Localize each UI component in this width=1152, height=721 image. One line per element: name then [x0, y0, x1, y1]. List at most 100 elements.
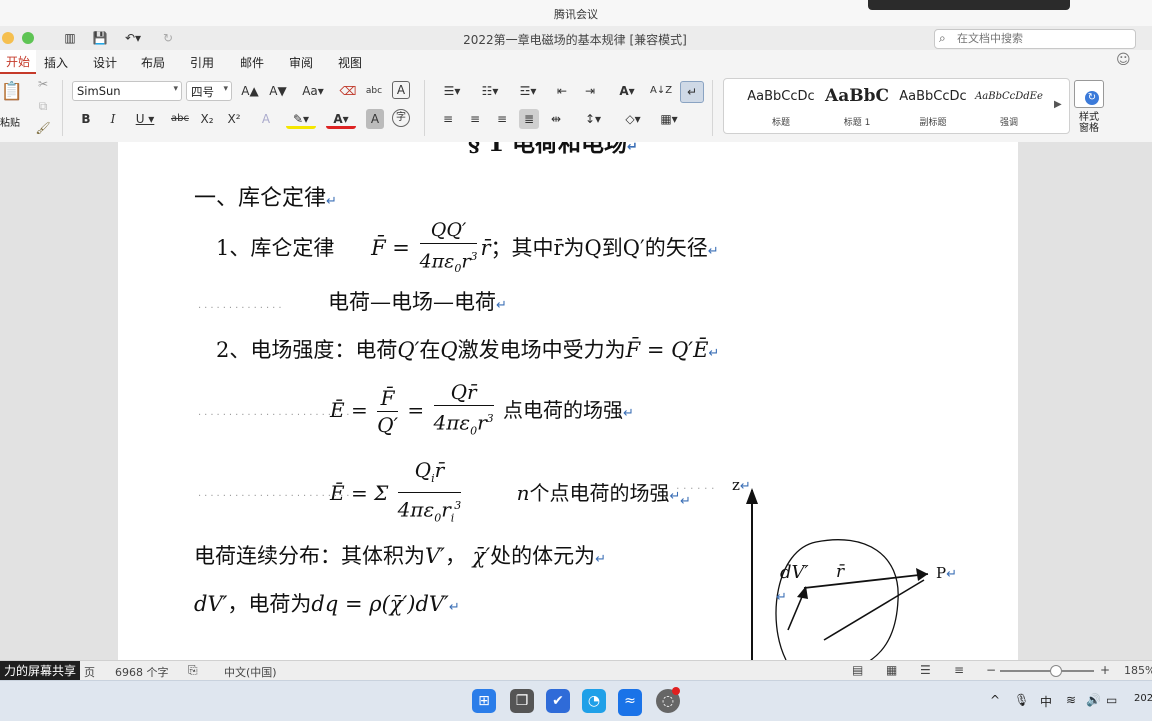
styles-pane-label[interactable]: 样式 窗格 [1074, 112, 1104, 134]
bold-icon[interactable]: B [76, 109, 96, 129]
meeting-floating-toolbar[interactable] [868, 0, 1070, 10]
web-layout-icon[interactable]: ▦ [886, 663, 897, 677]
bullets-icon[interactable]: ☰▾ [436, 81, 468, 101]
wifi-icon[interactable]: ≋ [1066, 693, 1076, 707]
justify-icon[interactable]: ≣ [519, 109, 539, 129]
zoom-window-button[interactable] [22, 32, 34, 44]
grow-font-icon[interactable]: A▲ [238, 81, 262, 101]
zoom-out-icon[interactable]: − [986, 663, 996, 677]
status-bar: 力的屏幕共享 页 6968 个字 ⎘ 中文(中国) ▤ ▦ ☰ ≡ − + 18… [0, 660, 1152, 681]
format-painter-icon[interactable]: 🖌 [33, 118, 53, 138]
highlight-icon[interactable]: ✎▾ [286, 109, 316, 129]
tab-references[interactable]: 引用 [190, 54, 214, 71]
enclose-characters-icon[interactable]: 字 [392, 109, 410, 127]
clock-date[interactable]: 2022 [1134, 693, 1152, 704]
formula-dq: dq = ρ(χ̄′)dV′ [311, 592, 449, 616]
align-left-icon[interactable]: ≡ [438, 109, 458, 129]
search-input[interactable] [957, 32, 1127, 45]
align-right-icon[interactable]: ≡ [492, 109, 512, 129]
clear-formatting-icon[interactable]: ⌫ [338, 81, 358, 101]
change-case-icon[interactable]: Aa▾ [298, 81, 328, 101]
distributed-icon[interactable]: ⇹ [546, 109, 566, 129]
proofing-icon[interactable]: ⎘ [188, 663, 198, 678]
tray-overflow-icon[interactable]: ^ [990, 693, 1000, 707]
text-effects-icon[interactable]: A [256, 109, 276, 129]
multilevel-list-icon[interactable]: ☲▾ [512, 81, 544, 101]
app-icon-2[interactable]: ◔ [582, 689, 606, 713]
redo-icon[interactable]: ↻ [158, 28, 178, 48]
numbering-icon[interactable]: ☷▾ [474, 81, 506, 101]
tab-view[interactable]: 视图 [338, 54, 362, 71]
font-color-icon[interactable]: A▾ [326, 109, 356, 129]
align-center-icon[interactable]: ≡ [465, 109, 485, 129]
word-count[interactable]: 6968 个字 [115, 664, 169, 680]
undo-icon[interactable]: ↶▾ [118, 28, 148, 48]
document-area[interactable]: § 1 电荷和电场↵ 一、库仑定律↵ 1、库仑定律 F̄ = QQ′ 4πε0r3… [0, 142, 1152, 660]
sort-icon[interactable]: A↓Z [650, 81, 672, 101]
character-border-icon[interactable]: A [392, 81, 410, 99]
font-size-dropdown[interactable]: 四号 ▾ [186, 81, 232, 101]
task-view-icon[interactable]: ❐ [510, 689, 534, 713]
text-direction-icon[interactable]: A▾ [612, 81, 642, 101]
strikethrough-icon[interactable]: abc [168, 109, 192, 129]
paste-icon[interactable]: 📋 [0, 82, 24, 112]
tab-review[interactable]: 审阅 [289, 54, 313, 71]
zoom-slider-track[interactable] [1000, 670, 1094, 672]
volume-icon[interactable]: 🔊 [1086, 693, 1101, 707]
italic-icon[interactable]: I [103, 109, 123, 129]
document-page[interactable]: § 1 电荷和电场↵ 一、库仑定律↵ 1、库仑定律 F̄ = QQ′ 4πε0r3… [118, 142, 1018, 660]
underline-icon[interactable]: U ▾ [130, 109, 160, 129]
styles-pane-icon[interactable]: ↻ [1074, 80, 1104, 108]
windows-start-icon[interactable]: ⊞ [472, 689, 496, 713]
superscript-icon[interactable]: X² [224, 109, 244, 129]
save-icon[interactable]: 💾 [90, 28, 110, 48]
search-box[interactable]: ⌕ [934, 29, 1136, 49]
outline-view-icon[interactable]: ☰ [920, 663, 931, 677]
zoom-level[interactable]: 185% [1124, 664, 1152, 677]
paragraph-mark: ↵ [448, 600, 460, 615]
feedback-icon[interactable]: ☺ [1116, 52, 1131, 68]
show-formatting-marks-icon[interactable]: ↵ [680, 81, 704, 103]
shrink-font-icon[interactable]: A▼ [266, 81, 290, 101]
increase-indent-icon[interactable]: ⇥ [580, 81, 600, 101]
tab-home[interactable]: 开始 [0, 50, 37, 74]
minimize-window-button[interactable] [2, 32, 14, 44]
page-indicator[interactable]: 页 [84, 664, 95, 680]
style-heading-1[interactable]: AaBbC 标题 1 [822, 83, 892, 129]
style-subtitle[interactable]: AaBbCcDc 副标题 [898, 83, 968, 129]
tab-insert[interactable]: 插入 [44, 54, 68, 71]
microphone-icon[interactable]: 🎙 [1014, 693, 1029, 707]
copy-icon[interactable]: ⧉ [33, 96, 53, 116]
app-icon-1[interactable]: ✔ [546, 689, 570, 713]
tab-mailings[interactable]: 邮件 [240, 54, 264, 71]
shading-icon[interactable]: ◇▾ [618, 109, 648, 129]
gallery-next-icon[interactable]: ▶ [1054, 99, 1062, 110]
formula-Qprime: Q′ [397, 338, 420, 362]
r-vector-line [803, 573, 929, 589]
ime-indicator[interactable]: 中 [1040, 693, 1052, 710]
zoom-in-icon[interactable]: + [1100, 663, 1110, 677]
character-shading-icon[interactable]: A [366, 109, 384, 129]
tab-layout[interactable]: 布局 [141, 54, 165, 71]
paste-label[interactable]: 粘贴 [0, 114, 20, 129]
decrease-indent-icon[interactable]: ⇤ [552, 81, 572, 101]
notification-badge [672, 687, 680, 695]
tab-design[interactable]: 设计 [93, 54, 117, 71]
print-layout-icon[interactable]: ▤ [852, 663, 863, 677]
sidebar-toggle-icon[interactable]: ▥ [60, 28, 80, 48]
tencent-meeting-icon[interactable]: ≈ [618, 689, 642, 716]
phonetic-guide-icon[interactable]: abc [364, 81, 384, 101]
font-name-dropdown[interactable]: SimSun ▾ [72, 81, 182, 101]
subscript-icon[interactable]: X₂ [197, 109, 217, 129]
battery-icon[interactable]: ▭ [1106, 693, 1117, 707]
zoom-slider-thumb[interactable] [1050, 665, 1062, 677]
line-spacing-icon[interactable]: ↕▾ [578, 109, 608, 129]
draft-view-icon[interactable]: ≡ [954, 663, 964, 677]
language-indicator[interactable]: 中文(中国) [224, 664, 277, 680]
formula-E-sum: Ē = Σ [330, 480, 389, 505]
z-axis-label: z↵ [732, 476, 751, 494]
cut-icon[interactable]: ✂ [33, 74, 53, 94]
borders-icon[interactable]: ▦▾ [654, 109, 684, 129]
style-emphasis[interactable]: AaBbCcDdEe 强调 [974, 83, 1044, 129]
style-title[interactable]: AaBbCcDc 标题 [746, 83, 816, 129]
